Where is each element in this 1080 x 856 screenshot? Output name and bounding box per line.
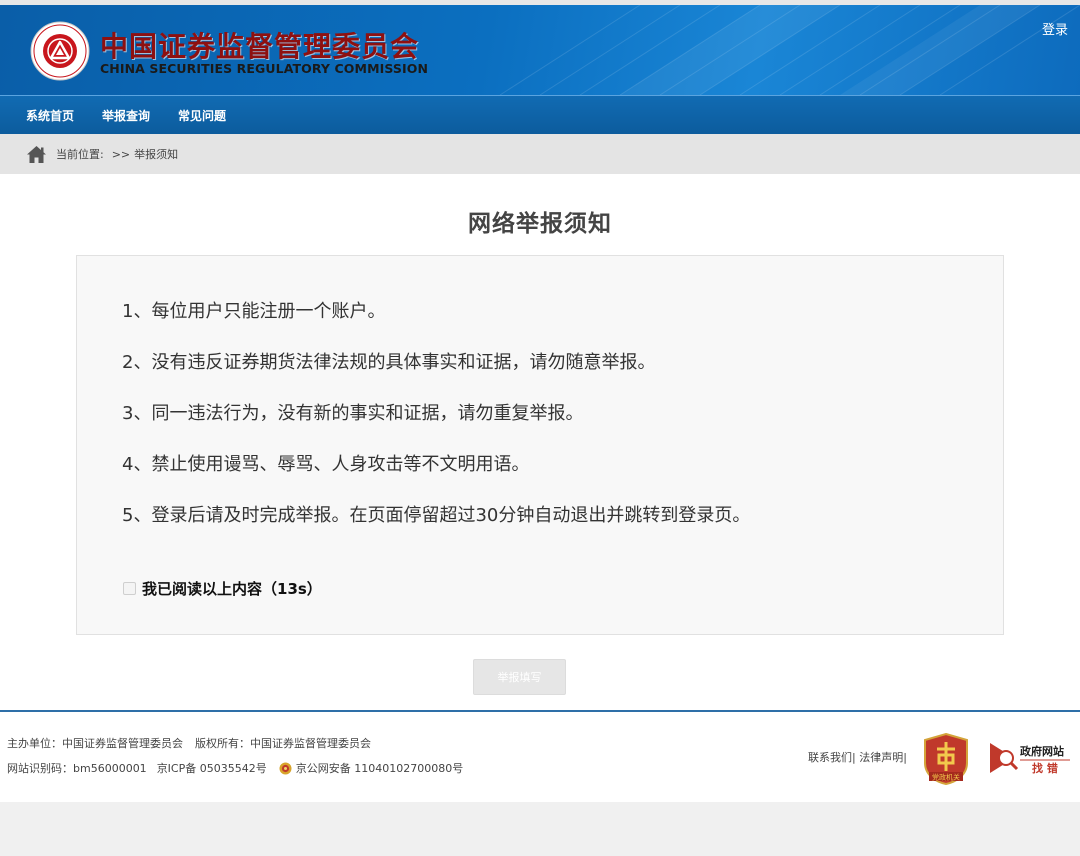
badge-label: 党政机关 [932, 773, 960, 782]
page-title: 网络举报须知 [468, 211, 612, 237]
site-footer: 主办单位：中国证券监督管理委员会 版权所有：中国证券监督管理委员会 网站识别码：b… [0, 710, 1080, 802]
rule-item: 3、同一违法行为，没有新的事实和证据，请勿重复举报。 [122, 403, 584, 424]
site-header: 中国证券监督管理委员会 CHINA SECURITIES REGULATORY … [0, 5, 1080, 95]
breadcrumb-separator: >> [111, 147, 131, 161]
footer-police-record[interactable]: 京公网安备 11040102700080号 [296, 760, 463, 776]
breadcrumb: 当前位置: >> 举报须知 [0, 134, 1080, 174]
logo-chinese-name: 中国证券监督管理委员会 [100, 30, 420, 63]
csrc-emblem-icon [30, 21, 90, 81]
nav-item-report-query[interactable]: 举报查询 [88, 107, 164, 124]
agree-row: 我已阅读以上内容（13s） [123, 578, 322, 599]
footer-line-1: 主办单位：中国证券监督管理委员会 版权所有：中国证券监督管理委员会 [7, 735, 371, 751]
main-content: 网络举报须知 1、每位用户只能注册一个账户。 2、没有违反证券期货法律法规的具体… [0, 174, 1080, 710]
footer-line-2: 网站识别码：bm56000001 京ICP备 05035542号 京公网安备 1… [7, 760, 463, 776]
police-badge-icon [279, 762, 292, 774]
home-icon[interactable] [26, 145, 47, 164]
rule-item: 2、没有违反证券期货法律法规的具体事实和证据，请勿随意举报。 [122, 352, 656, 373]
footer-links[interactable]: 联系我们| 法律声明| [808, 749, 907, 765]
footer-copyright: 版权所有：中国证券监督管理委员会 [195, 737, 371, 750]
nav-item-faq[interactable]: 常见问题 [164, 107, 240, 124]
notice-panel: 1、每位用户只能注册一个账户。 2、没有违反证券期货法律法规的具体事实和证据，请… [76, 255, 1004, 635]
logo-english-name: CHINA SECURITIES REGULATORY COMMISSION [100, 61, 429, 76]
breadcrumb-current: 举报须知 [134, 148, 179, 161]
main-nav: 系统首页 举报查询 常见问题 [0, 95, 1080, 134]
login-link[interactable]: 登录 [1042, 19, 1068, 38]
rule-item: 1、每位用户只能注册一个账户。 [122, 301, 386, 322]
nav-item-home[interactable]: 系统首页 [12, 107, 88, 124]
footer-site-code: 网站识别码：bm56000001 [7, 762, 147, 775]
rule-item: 5、登录后请及时完成举报。在页面停留超过30分钟自动退出并跳转到登录页。 [122, 505, 751, 526]
report-fill-button[interactable]: 举报填写 [473, 659, 566, 695]
agree-checkbox[interactable] [123, 582, 136, 595]
footer-icp[interactable]: 京ICP备 05035542号 [157, 760, 267, 776]
badge-line-2: 找 错 [1032, 761, 1058, 775]
breadcrumb-prefix: 当前位置: [56, 148, 104, 161]
agree-label: 我已阅读以上内容（13s） [142, 580, 322, 598]
badge-line-1: 政府网站 [1020, 744, 1064, 758]
party-government-badge-icon[interactable]: 党政机关 [923, 733, 969, 785]
rule-item: 4、禁止使用谩骂、辱骂、人身攻击等不文明用语。 [122, 454, 530, 475]
footer-sponsor: 主办单位：中国证券监督管理委员会 [7, 737, 183, 750]
government-site-report-badge-icon[interactable]: 政府网站 找 错 [988, 739, 1072, 777]
